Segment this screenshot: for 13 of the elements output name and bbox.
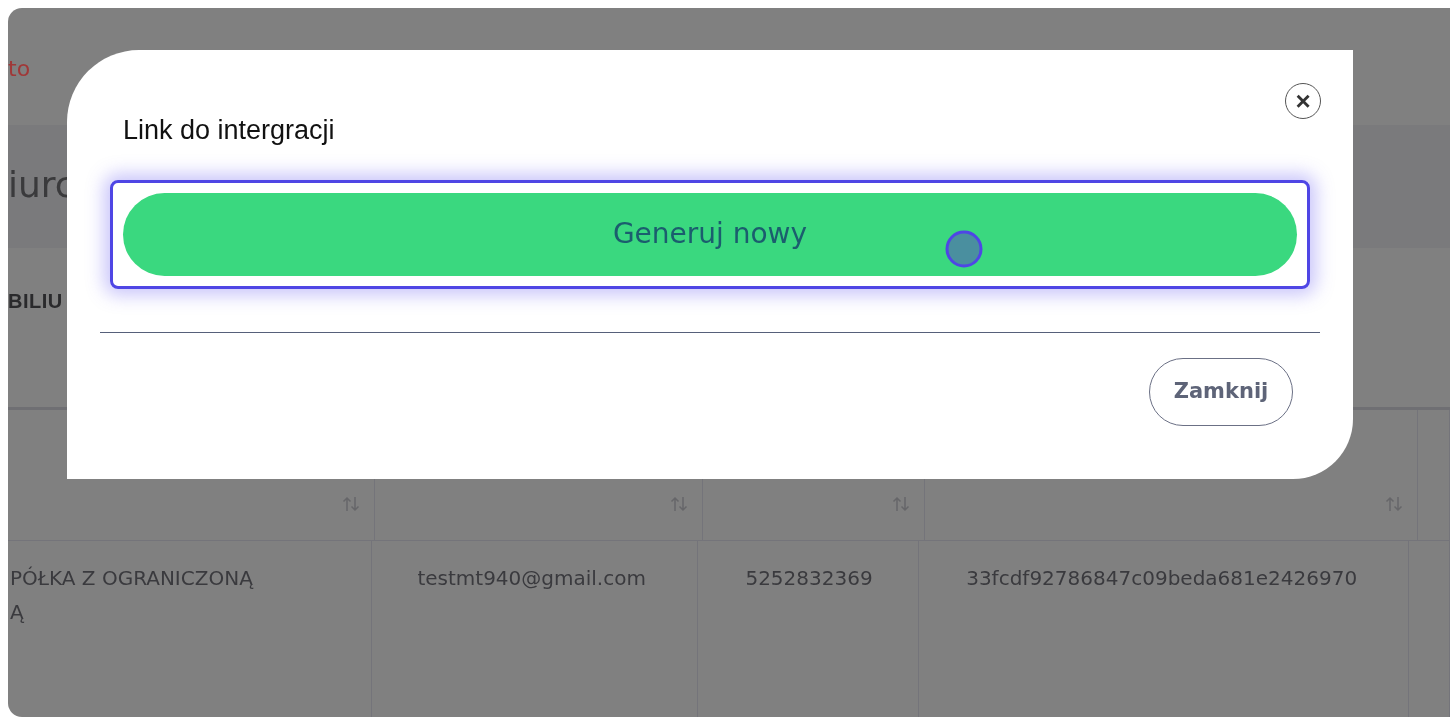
generate-button[interactable]: Generuj nowy [123, 192, 1297, 276]
sort-icon[interactable] [1385, 496, 1403, 512]
cursor-dot-icon [945, 229, 983, 268]
table-cell-text: 5252832369 [745, 565, 873, 592]
sort-icon[interactable] [342, 496, 360, 512]
table-cell-text: Ą [10, 599, 24, 626]
table-cell-text: PÓŁKA Z OGRANICZONĄ [10, 565, 253, 592]
section-title: BILIU [8, 290, 63, 312]
table-cell-text: 33fcdf92786847c09beda681e2426970 [966, 565, 1358, 592]
dialog-title: Link do intergracji [123, 114, 335, 147]
sort-icon[interactable] [892, 496, 910, 512]
sort-icon[interactable] [670, 496, 688, 512]
table-cell-text: testmt940@gmail.com [417, 565, 646, 592]
